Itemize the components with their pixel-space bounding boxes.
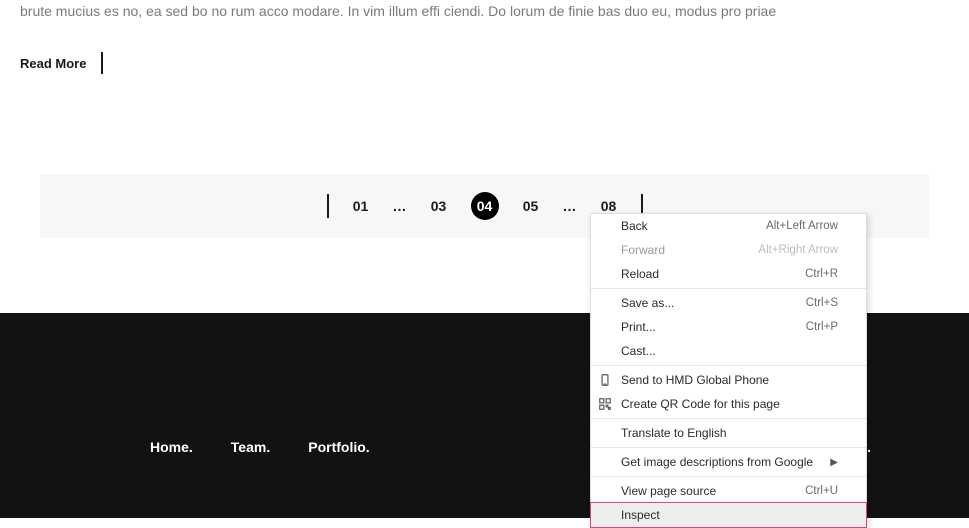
read-more-link[interactable]: Read More: [20, 56, 86, 71]
cm-save-as-label: Save as...: [621, 296, 674, 310]
article-excerpt: brute mucius es no, ea sed bo no rum acc…: [20, 0, 949, 22]
divider-bar: [101, 52, 103, 74]
cm-save-as[interactable]: Save as... Ctrl+S: [591, 291, 866, 315]
page-05[interactable]: 05: [521, 198, 541, 214]
cm-save-as-shortcut: Ctrl+S: [806, 297, 838, 309]
cm-create-qr-label: Create QR Code for this page: [621, 397, 780, 411]
cm-back-label: Back: [621, 219, 648, 233]
cm-back[interactable]: Back Alt+Left Arrow: [591, 214, 866, 238]
pagination-prev-bar[interactable]: [327, 194, 329, 218]
cm-view-source[interactable]: View page source Ctrl+U: [591, 479, 866, 503]
cm-send-to-phone-label: Send to HMD Global Phone: [621, 373, 769, 387]
cm-image-descriptions-label: Get image descriptions from Google: [621, 455, 813, 469]
page-04[interactable]: 04: [471, 192, 499, 220]
cm-reload[interactable]: Reload Ctrl+R: [591, 262, 866, 286]
cm-image-descriptions[interactable]: Get image descriptions from Google ▶: [591, 450, 866, 474]
page-03[interactable]: 03: [429, 198, 449, 214]
page-08[interactable]: 08: [599, 198, 619, 214]
cm-separator: [591, 447, 866, 448]
cm-separator: [591, 365, 866, 366]
cm-translate[interactable]: Translate to English: [591, 421, 866, 445]
cm-print[interactable]: Print... Ctrl+P: [591, 315, 866, 339]
cm-translate-label: Translate to English: [621, 426, 727, 440]
cm-forward-label: Forward: [621, 243, 665, 257]
footer-nav-team[interactable]: Team.: [231, 439, 270, 455]
cm-print-shortcut: Ctrl+P: [806, 321, 838, 333]
chevron-right-icon: ▶: [830, 457, 838, 468]
cm-inspect[interactable]: Inspect: [591, 503, 866, 527]
cm-reload-label: Reload: [621, 267, 659, 281]
cm-inspect-label: Inspect: [621, 508, 660, 522]
cm-forward-shortcut: Alt+Right Arrow: [758, 244, 838, 256]
qr-icon: [598, 397, 612, 411]
page-ellipsis: …: [393, 198, 407, 214]
cm-create-qr[interactable]: Create QR Code for this page: [591, 392, 866, 416]
cm-reload-shortcut: Ctrl+R: [805, 268, 838, 280]
context-menu: Back Alt+Left Arrow Forward Alt+Right Ar…: [590, 213, 867, 528]
cm-separator: [591, 476, 866, 477]
cm-separator: [591, 288, 866, 289]
cm-cast[interactable]: Cast...: [591, 339, 866, 363]
cm-separator: [591, 418, 866, 419]
cm-print-label: Print...: [621, 320, 656, 334]
page-01[interactable]: 01: [351, 198, 371, 214]
page-ellipsis: …: [563, 198, 577, 214]
phone-icon: [598, 373, 612, 387]
cm-send-to-phone[interactable]: Send to HMD Global Phone: [591, 368, 866, 392]
cm-forward: Forward Alt+Right Arrow: [591, 238, 866, 262]
footer-nav-portfolio[interactable]: Portfolio.: [308, 439, 369, 455]
footer-nav-home[interactable]: Home.: [150, 439, 193, 455]
cm-cast-label: Cast...: [621, 344, 656, 358]
cm-view-source-label: View page source: [621, 484, 716, 498]
cm-view-source-shortcut: Ctrl+U: [805, 485, 838, 497]
cm-back-shortcut: Alt+Left Arrow: [766, 220, 838, 232]
